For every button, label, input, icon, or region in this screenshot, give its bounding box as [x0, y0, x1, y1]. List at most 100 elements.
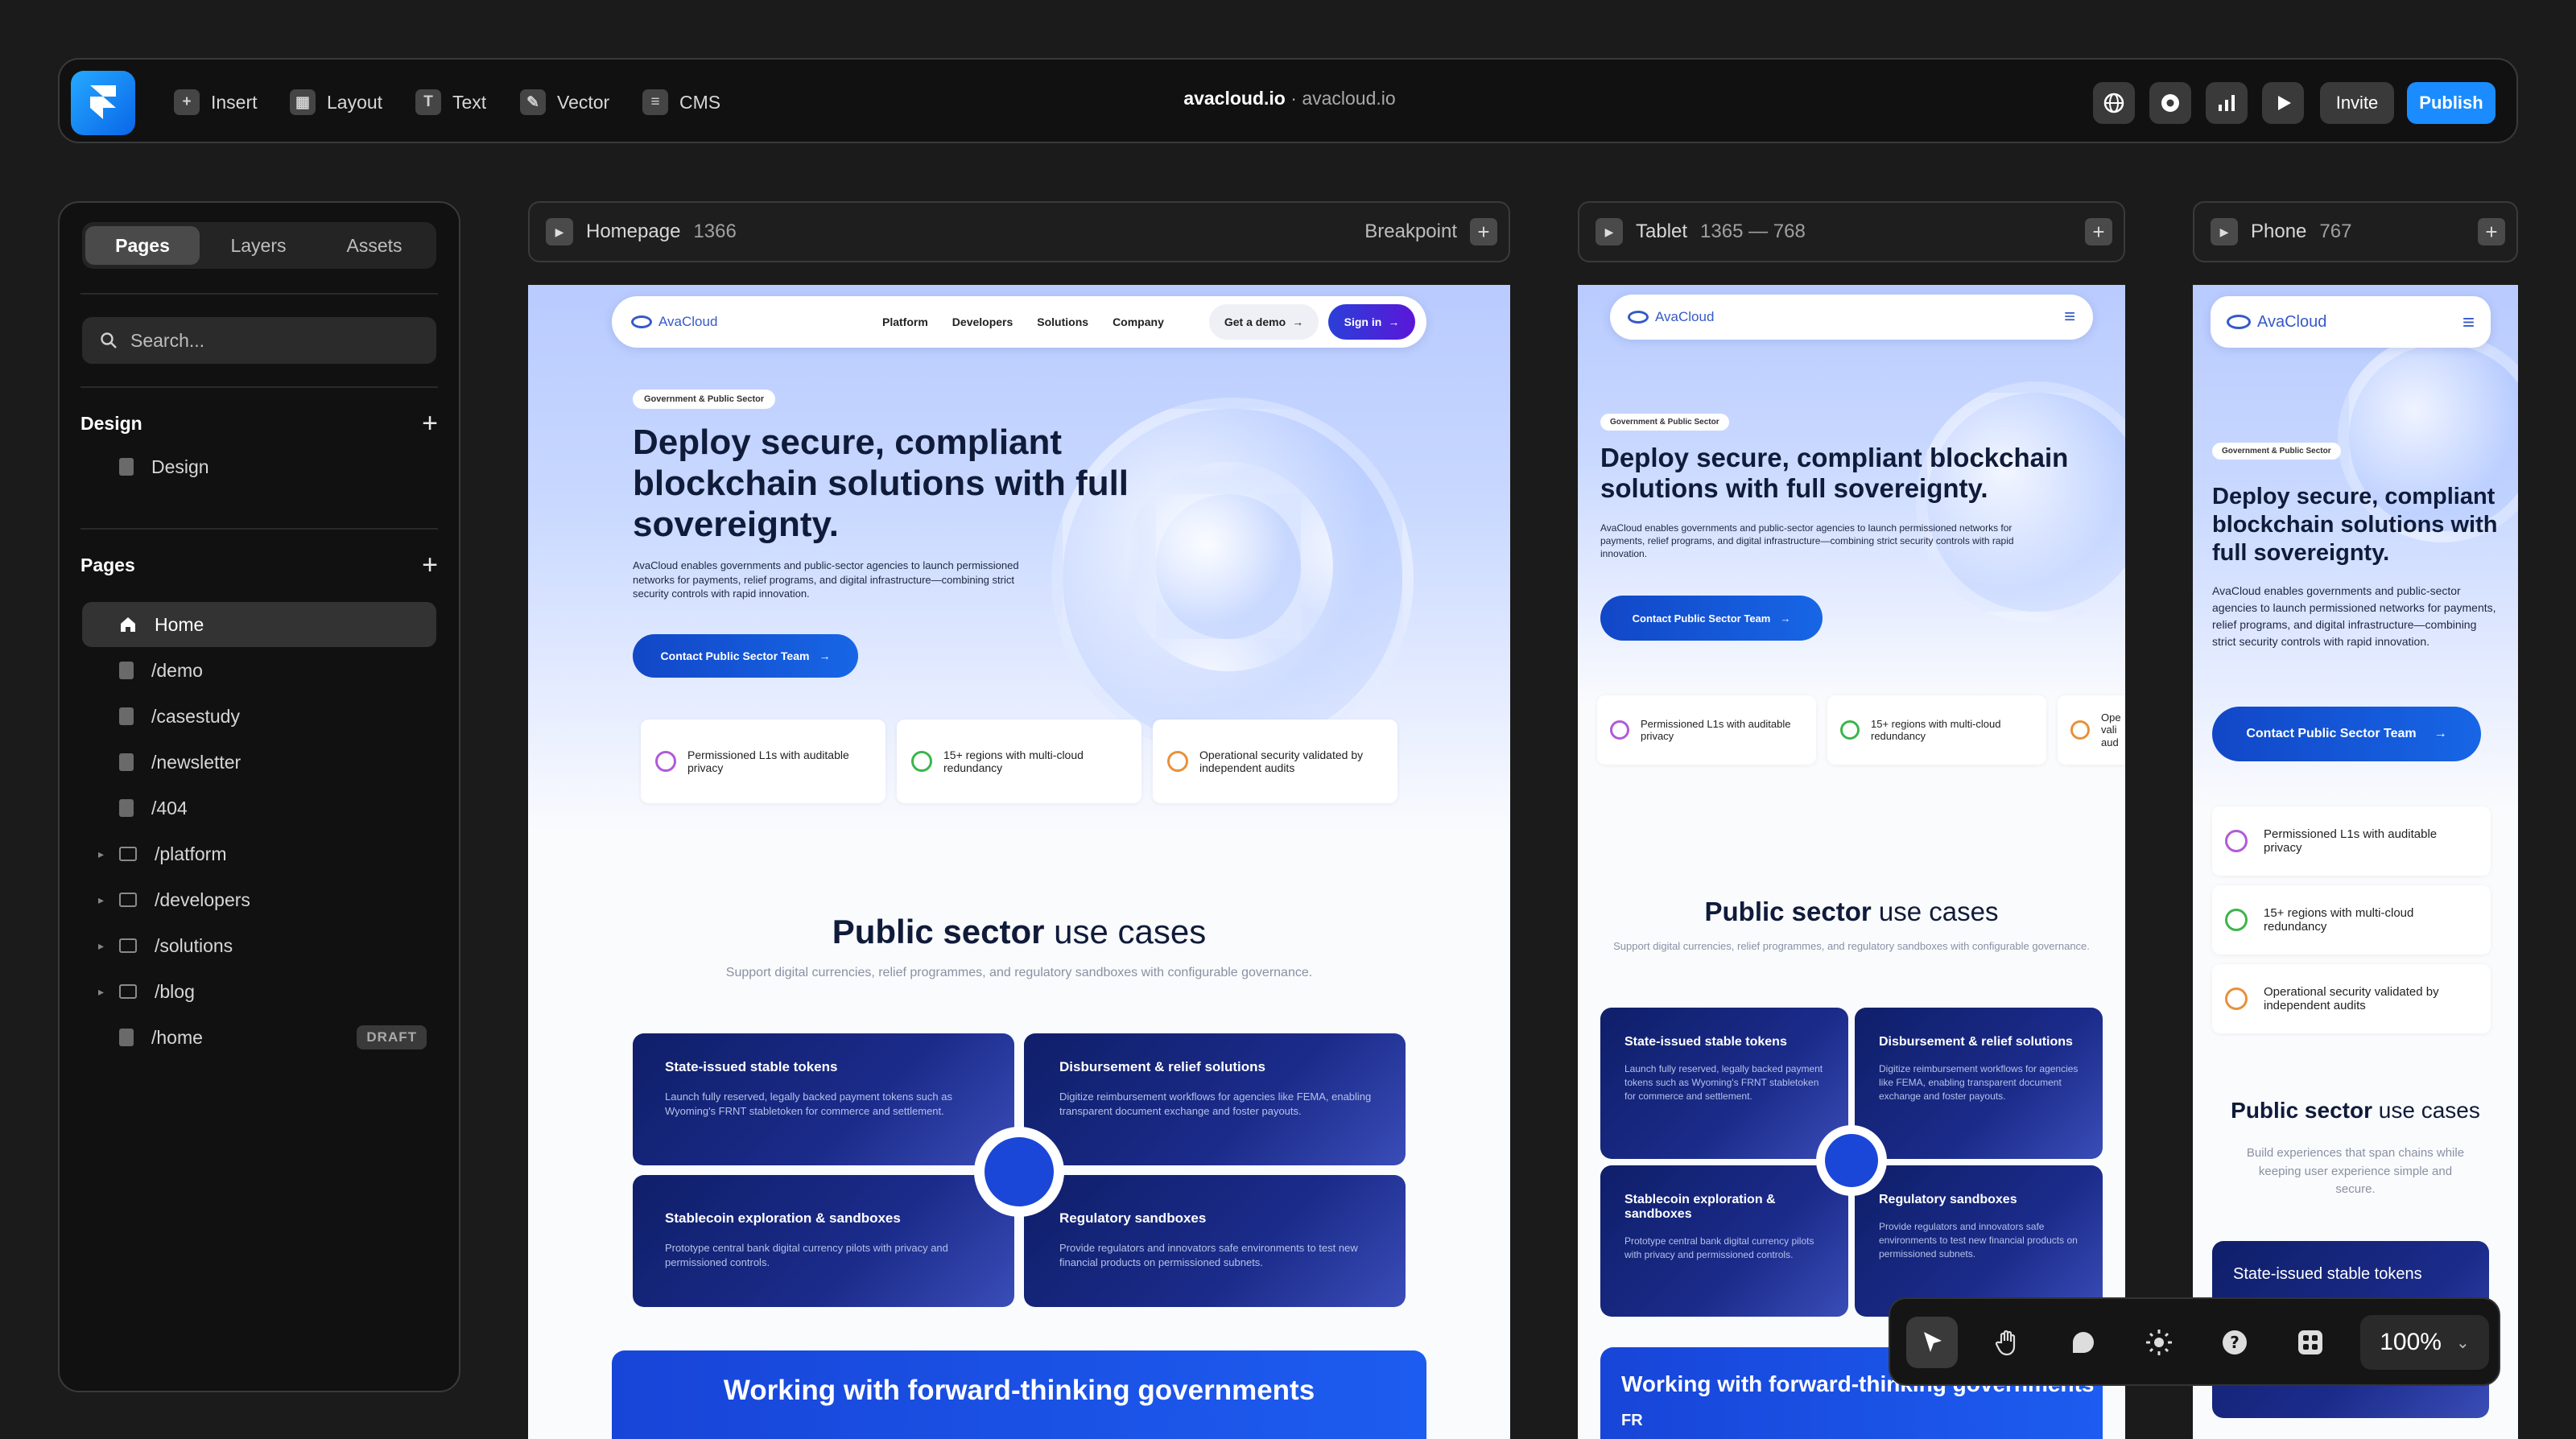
- page-item-blog[interactable]: ▸ /blog: [82, 969, 436, 1014]
- phone-frame[interactable]: AvaCloud ≡ Government & Public Sector De…: [2193, 285, 2518, 1439]
- play-icon[interactable]: ▶: [546, 218, 573, 245]
- section-subtitle: Build experiences that span chains while…: [2246, 1146, 2465, 1196]
- publish-button[interactable]: Publish: [2407, 82, 2496, 124]
- chevron-right-icon[interactable]: ▸: [98, 847, 104, 861]
- add-breakpoint-plus-icon[interactable]: +: [1470, 218, 1497, 245]
- hand-tool[interactable]: [1982, 1317, 2033, 1368]
- menu-icon[interactable]: ≡: [2064, 306, 2075, 328]
- add-breakpoint-plus-icon[interactable]: +: [2478, 218, 2505, 245]
- invite-button[interactable]: Invite: [2320, 82, 2394, 124]
- section-title: Public sector use cases: [832, 913, 1207, 950]
- file-icon: [119, 1029, 134, 1046]
- use-case-card[interactable]: Stablecoin exploration & sandboxes Proto…: [633, 1175, 1014, 1307]
- comment-tool[interactable]: [2058, 1317, 2109, 1368]
- trend-icon: [2070, 720, 2090, 740]
- tablet-frame[interactable]: AvaCloud ≡ Government & Public Sector De…: [1578, 285, 2125, 1439]
- page-item-casestudy[interactable]: /casestudy: [82, 694, 436, 739]
- add-page-plus-icon[interactable]: +: [422, 550, 438, 581]
- brand-logo[interactable]: AvaCloud: [2227, 313, 2326, 332]
- pointer-tool[interactable]: [1906, 1317, 1958, 1368]
- frame-header-phone[interactable]: ▶ Phone 767 +: [2193, 201, 2518, 262]
- use-case-card[interactable]: Stablecoin exploration & sandboxes Proto…: [1600, 1165, 1848, 1317]
- file-icon: [119, 662, 134, 679]
- svg-text:?: ?: [2230, 1333, 2240, 1352]
- use-case-card[interactable]: Regulatory sandboxes Provide regulators …: [1855, 1165, 2103, 1317]
- search-input[interactable]: Search...: [82, 317, 436, 364]
- sign-in-button[interactable]: Sign in →: [1328, 304, 1415, 340]
- tab-layers[interactable]: Layers: [201, 226, 316, 265]
- hero-title: Deploy secure, compliant blockchain solu…: [2212, 484, 2498, 566]
- add-design-plus-icon[interactable]: +: [422, 408, 438, 439]
- page-item-home-draft[interactable]: /home DRAFT: [82, 1015, 436, 1060]
- nav-link-solutions[interactable]: Solutions: [1037, 315, 1088, 328]
- page-item-demo[interactable]: /demo: [82, 648, 436, 693]
- file-icon: [119, 799, 134, 817]
- check-circle-icon: [2225, 909, 2248, 931]
- page-item-newsletter[interactable]: /newsletter: [82, 740, 436, 785]
- feature-card: Ope vali aud: [2058, 695, 2125, 765]
- hero-title: Deploy secure, compliant blockchain solu…: [633, 423, 1129, 545]
- analytics-button[interactable]: [2206, 82, 2248, 124]
- design-item[interactable]: Design: [82, 444, 436, 489]
- folder-icon: [119, 893, 137, 907]
- use-case-card[interactable]: State-issued stable tokens Launch fully …: [1600, 1008, 1848, 1159]
- preview-button[interactable]: [2262, 82, 2304, 124]
- help-button[interactable]: ?: [2209, 1317, 2260, 1368]
- use-case-card[interactable]: Regulatory sandboxes Provide regulators …: [1024, 1175, 1406, 1307]
- gear-icon: [2161, 94, 2179, 112]
- frame-header-tablet[interactable]: ▶ Tablet 1365 — 768 +: [1578, 201, 2125, 262]
- brand-logo[interactable]: AvaCloud: [1628, 309, 1714, 325]
- nav-link-company[interactable]: Company: [1113, 315, 1164, 328]
- feature-card: Operational security validated by indepe…: [1153, 720, 1397, 803]
- menu-icon[interactable]: ≡: [2462, 310, 2475, 335]
- arrow-right-icon: →: [1388, 315, 1400, 328]
- avacloud-hub-icon: [974, 1127, 1064, 1217]
- contact-cta-button[interactable]: Contact Public Sector Team →: [1600, 596, 1823, 641]
- sun-icon: [2146, 1330, 2172, 1355]
- section-subtitle: Support digital currencies, relief progr…: [1613, 940, 2090, 952]
- settings-button[interactable]: [2149, 82, 2191, 124]
- nav-link-developers[interactable]: Developers: [952, 315, 1013, 328]
- left-panel: Pages Layers Assets Search... Design + D…: [58, 201, 460, 1392]
- globe-icon: [2103, 93, 2124, 113]
- folder-icon: [119, 984, 137, 999]
- play-icon[interactable]: ▶: [1596, 218, 1623, 245]
- homepage-frame[interactable]: AvaCloud Platform Developers Solutions C…: [528, 285, 1510, 1439]
- check-circle-icon: [911, 751, 932, 772]
- zoom-select[interactable]: 100% ⌄: [2360, 1315, 2489, 1370]
- page-item-solutions[interactable]: ▸ /solutions: [82, 923, 436, 968]
- tab-assets[interactable]: Assets: [317, 226, 431, 265]
- nav-link-platform[interactable]: Platform: [882, 315, 928, 328]
- hero-3d-graphic: [1124, 462, 1333, 671]
- contact-cta-button[interactable]: Contact Public Sector Team →: [2212, 707, 2481, 761]
- page-item-developers[interactable]: ▸ /developers: [82, 877, 436, 922]
- chevron-right-icon[interactable]: ▸: [98, 939, 104, 953]
- use-case-card[interactable]: State-issued stable tokens Launch fully …: [633, 1033, 1014, 1165]
- breakpoint-label[interactable]: Breakpoint: [1364, 221, 1457, 243]
- file-icon: [119, 458, 134, 476]
- play-icon[interactable]: ▶: [2211, 218, 2238, 245]
- globe-button[interactable]: [2093, 82, 2135, 124]
- feature-card: 15+ regions with multi-cloud redundancy: [2212, 885, 2491, 955]
- plugins-button[interactable]: [2285, 1317, 2336, 1368]
- use-case-card[interactable]: Disbursement & relief solutions Digitize…: [1024, 1033, 1406, 1165]
- frame-header-homepage[interactable]: ▶ Homepage 1366 Breakpoint +: [528, 201, 1510, 262]
- page-item-404[interactable]: /404: [82, 785, 436, 831]
- brand-logo[interactable]: AvaCloud: [631, 314, 717, 330]
- use-case-card[interactable]: Disbursement & relief solutions Digitize…: [1855, 1008, 2103, 1159]
- contact-cta-button[interactable]: Contact Public Sector Team →: [633, 634, 858, 678]
- page-item-home[interactable]: Home: [82, 602, 436, 647]
- add-breakpoint-plus-icon[interactable]: +: [2085, 218, 2112, 245]
- get-demo-button[interactable]: Get a demo →: [1209, 304, 1319, 340]
- tab-pages[interactable]: Pages: [85, 226, 200, 265]
- page-item-platform[interactable]: ▸ /platform: [82, 831, 436, 876]
- site-nav: AvaCloud Platform Developers Solutions C…: [612, 296, 1426, 348]
- cloud-lock-icon: [655, 751, 676, 772]
- nav-links: Platform Developers Solutions Company: [882, 315, 1164, 328]
- hero-description: AvaCloud enables governments and public-…: [2212, 584, 2496, 648]
- chevron-right-icon[interactable]: ▸: [98, 893, 104, 907]
- top-toolbar: + Insert ▦ Layout T Text ✎ Vector ≡ CMS …: [58, 58, 2518, 143]
- theme-toggle[interactable]: [2133, 1317, 2185, 1368]
- feature-card: Permissioned L1s with auditable privacy: [2212, 806, 2491, 876]
- chevron-right-icon[interactable]: ▸: [98, 985, 104, 999]
